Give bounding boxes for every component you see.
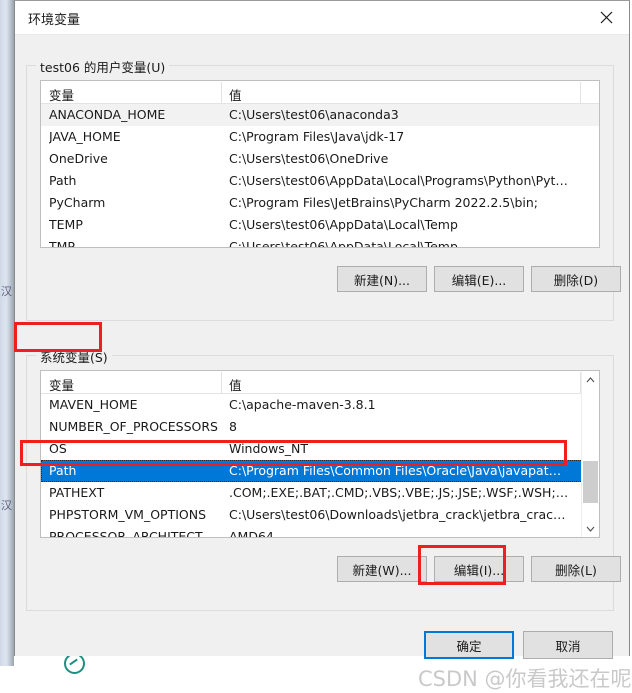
variable-value-cell: C:\Users\test06\anaconda3 bbox=[229, 107, 399, 122]
scroll-down-button[interactable] bbox=[582, 520, 599, 537]
variable-value-cell: AMD64 bbox=[229, 529, 274, 538]
variable-value-cell: C:\Users\test06\Downloads\jetbra_crack\j… bbox=[229, 507, 569, 522]
variable-name-cell: PATHEXT bbox=[49, 485, 105, 500]
close-icon bbox=[600, 11, 613, 23]
chevron-up-icon bbox=[586, 376, 595, 382]
table-row[interactable]: Path C:\Program Files\Common Files\Oracle… bbox=[41, 460, 599, 482]
table-row[interactable]: PyCharm C:\Program Files\JetBrains\PyChar… bbox=[41, 192, 599, 214]
background-window-edge bbox=[0, 0, 14, 666]
variable-value-cell: Windows_NT bbox=[229, 441, 309, 456]
variable-name-cell: OS bbox=[49, 441, 67, 456]
user-new-button[interactable]: 新建(N)... bbox=[337, 266, 427, 292]
system-variables-label: 系统变量(S) bbox=[36, 347, 112, 366]
table-row[interactable]: PROCESSOR_ARCHITECT... AMD64 bbox=[41, 526, 599, 538]
background-glyph: 汉 bbox=[1, 500, 12, 512]
variable-name-cell: TMP bbox=[49, 239, 75, 248]
user-edit-label: 编辑(E)... bbox=[451, 272, 507, 288]
table-row[interactable]: TEMP C:\Users\test06\AppData\Local\Temp bbox=[41, 214, 599, 236]
system-column-header-value[interactable]: 值 bbox=[229, 375, 242, 394]
system-new-label: 新建(W)... bbox=[352, 562, 412, 578]
ok-label: 确定 bbox=[456, 638, 482, 654]
system-column-header-name[interactable]: 变量 bbox=[49, 375, 74, 394]
table-row[interactable]: OS Windows_NT bbox=[41, 438, 599, 460]
variable-name-cell: OneDrive bbox=[49, 151, 108, 166]
system-new-button[interactable]: 新建(W)... bbox=[337, 556, 427, 582]
dialog-body: test06 的用户变量(U) 变量 值 ANACONDA_HOME C:\Use… bbox=[15, 35, 632, 691]
variable-value-cell: C:\Program Files\Java\jdk-17 bbox=[229, 129, 405, 144]
variable-name-cell: PyCharm bbox=[49, 195, 106, 210]
system-delete-button[interactable]: 删除(L) bbox=[531, 556, 621, 582]
table-row[interactable]: PHPSTORM_VM_OPTIONS C:\Users\test06\Downl… bbox=[41, 504, 599, 526]
user-variables-list[interactable]: 变量 值 ANACONDA_HOME C:\Users\test06\anacon… bbox=[40, 80, 600, 248]
variable-name-cell: TEMP bbox=[49, 217, 83, 232]
variable-value-cell: C:\Program Files\Common Files\Oracle\Jav… bbox=[229, 463, 569, 478]
variable-name-cell: Path bbox=[49, 173, 77, 188]
user-delete-button[interactable]: 删除(D) bbox=[531, 266, 621, 292]
system-list-header: 变量 值 bbox=[41, 371, 599, 394]
table-row[interactable]: Path C:\Users\test06\AppData\Local\Progra… bbox=[41, 170, 599, 192]
variable-value-cell: C:\Users\test06\AppData\Local\Temp bbox=[229, 217, 458, 232]
variable-name-cell: ANACONDA_HOME bbox=[49, 107, 166, 122]
user-new-label: 新建(N)... bbox=[353, 272, 411, 288]
user-column-header-name[interactable]: 变量 bbox=[49, 85, 74, 104]
system-variables-group: 系统变量(S) 变量 值 MAVEN_HOME C:\apache-maven-3… bbox=[26, 347, 621, 611]
variable-value-cell: C:\apache-maven-3.8.1 bbox=[229, 397, 376, 412]
cancel-label: 取消 bbox=[555, 638, 581, 654]
variable-name-cell: PROCESSOR_ARCHITECT... bbox=[49, 529, 214, 538]
cancel-button[interactable]: 取消 bbox=[523, 631, 613, 659]
table-row[interactable]: PATHEXT .COM;.EXE;.BAT;.CMD;.VBS;.VBE;.JS… bbox=[41, 482, 599, 504]
table-row[interactable]: NUMBER_OF_PROCESSORS 8 bbox=[41, 416, 599, 438]
system-edit-button[interactable]: 编辑(I)... bbox=[434, 556, 524, 582]
table-row[interactable]: TMP C:\Users\test06\AppData\Local\Temp bbox=[41, 236, 599, 248]
variable-name-cell: Path bbox=[49, 463, 77, 478]
scrollbar-thumb[interactable] bbox=[583, 461, 598, 503]
header-divider-right bbox=[580, 82, 581, 103]
scroll-up-button[interactable] bbox=[582, 371, 599, 388]
system-delete-label: 删除(L) bbox=[555, 562, 597, 578]
variable-value-cell: C:\Users\test06\AppData\Local\Programs\P… bbox=[229, 173, 569, 188]
dialog-titlebar: 环境变量 bbox=[15, 1, 629, 35]
user-column-header-value[interactable]: 值 bbox=[229, 85, 242, 104]
header-divider bbox=[221, 82, 222, 103]
table-row[interactable]: OneDrive C:\Users\test06\OneDrive bbox=[41, 148, 599, 170]
variable-value-cell: C:\Users\test06\OneDrive bbox=[229, 151, 389, 166]
system-list-rows: MAVEN_HOME C:\apache-maven-3.8.1 NUMBER_OF… bbox=[41, 394, 599, 538]
system-variables-list[interactable]: 变量 值 MAVEN_HOME C:\apache-maven-3.8.1 NUMB… bbox=[40, 370, 600, 538]
ok-button[interactable]: 确定 bbox=[424, 631, 514, 659]
variable-name-cell: MAVEN_HOME bbox=[49, 397, 138, 412]
environment-variables-dialog: 环境变量 test06 的用户变量(U) 变量 值 ANACONDA_HOME C… bbox=[14, 0, 632, 691]
user-variables-group: test06 的用户变量(U) 变量 值 ANACONDA_HOME C:\Use… bbox=[26, 57, 621, 321]
background-status-circle-icon bbox=[64, 653, 85, 674]
variable-name-cell: NUMBER_OF_PROCESSORS bbox=[49, 419, 218, 434]
variable-name-cell: PHPSTORM_VM_OPTIONS bbox=[49, 507, 207, 522]
user-list-rows: ANACONDA_HOME C:\Users\test06\anaconda3 JA… bbox=[41, 104, 599, 248]
system-edit-label: 编辑(I)... bbox=[453, 562, 505, 578]
variable-value-cell: C:\Users\test06\AppData\Local\Temp bbox=[229, 239, 458, 248]
table-row[interactable]: MAVEN_HOME C:\apache-maven-3.8.1 bbox=[41, 394, 599, 416]
variable-value-cell: C:\Program Files\JetBrains\PyCharm 2022.… bbox=[229, 195, 539, 210]
variable-value-cell: 8 bbox=[229, 419, 237, 434]
background-glyph: 汉 bbox=[1, 286, 12, 298]
user-delete-label: 删除(D) bbox=[553, 272, 599, 288]
user-edit-button[interactable]: 编辑(E)... bbox=[434, 266, 524, 292]
variable-value-cell: .COM;.EXE;.BAT;.CMD;.VBS;.VBE;.JS;.JSE;.… bbox=[229, 485, 569, 500]
user-variables-label: test06 的用户变量(U) bbox=[36, 57, 170, 76]
chevron-down-icon bbox=[586, 526, 595, 532]
system-list-scrollbar[interactable] bbox=[581, 371, 599, 537]
table-row[interactable]: JAVA_HOME C:\Program Files\Java\jdk-17 bbox=[41, 126, 599, 148]
csdn-watermark: CSDN @你看我还在呢 bbox=[418, 667, 632, 691]
dialog-title: 环境变量 bbox=[28, 13, 81, 28]
table-row[interactable]: ANACONDA_HOME C:\Users\test06\anaconda3 bbox=[41, 104, 599, 126]
close-button[interactable] bbox=[584, 1, 629, 33]
header-divider bbox=[221, 372, 222, 393]
user-list-header: 变量 值 bbox=[41, 81, 599, 104]
variable-name-cell: JAVA_HOME bbox=[49, 129, 121, 144]
